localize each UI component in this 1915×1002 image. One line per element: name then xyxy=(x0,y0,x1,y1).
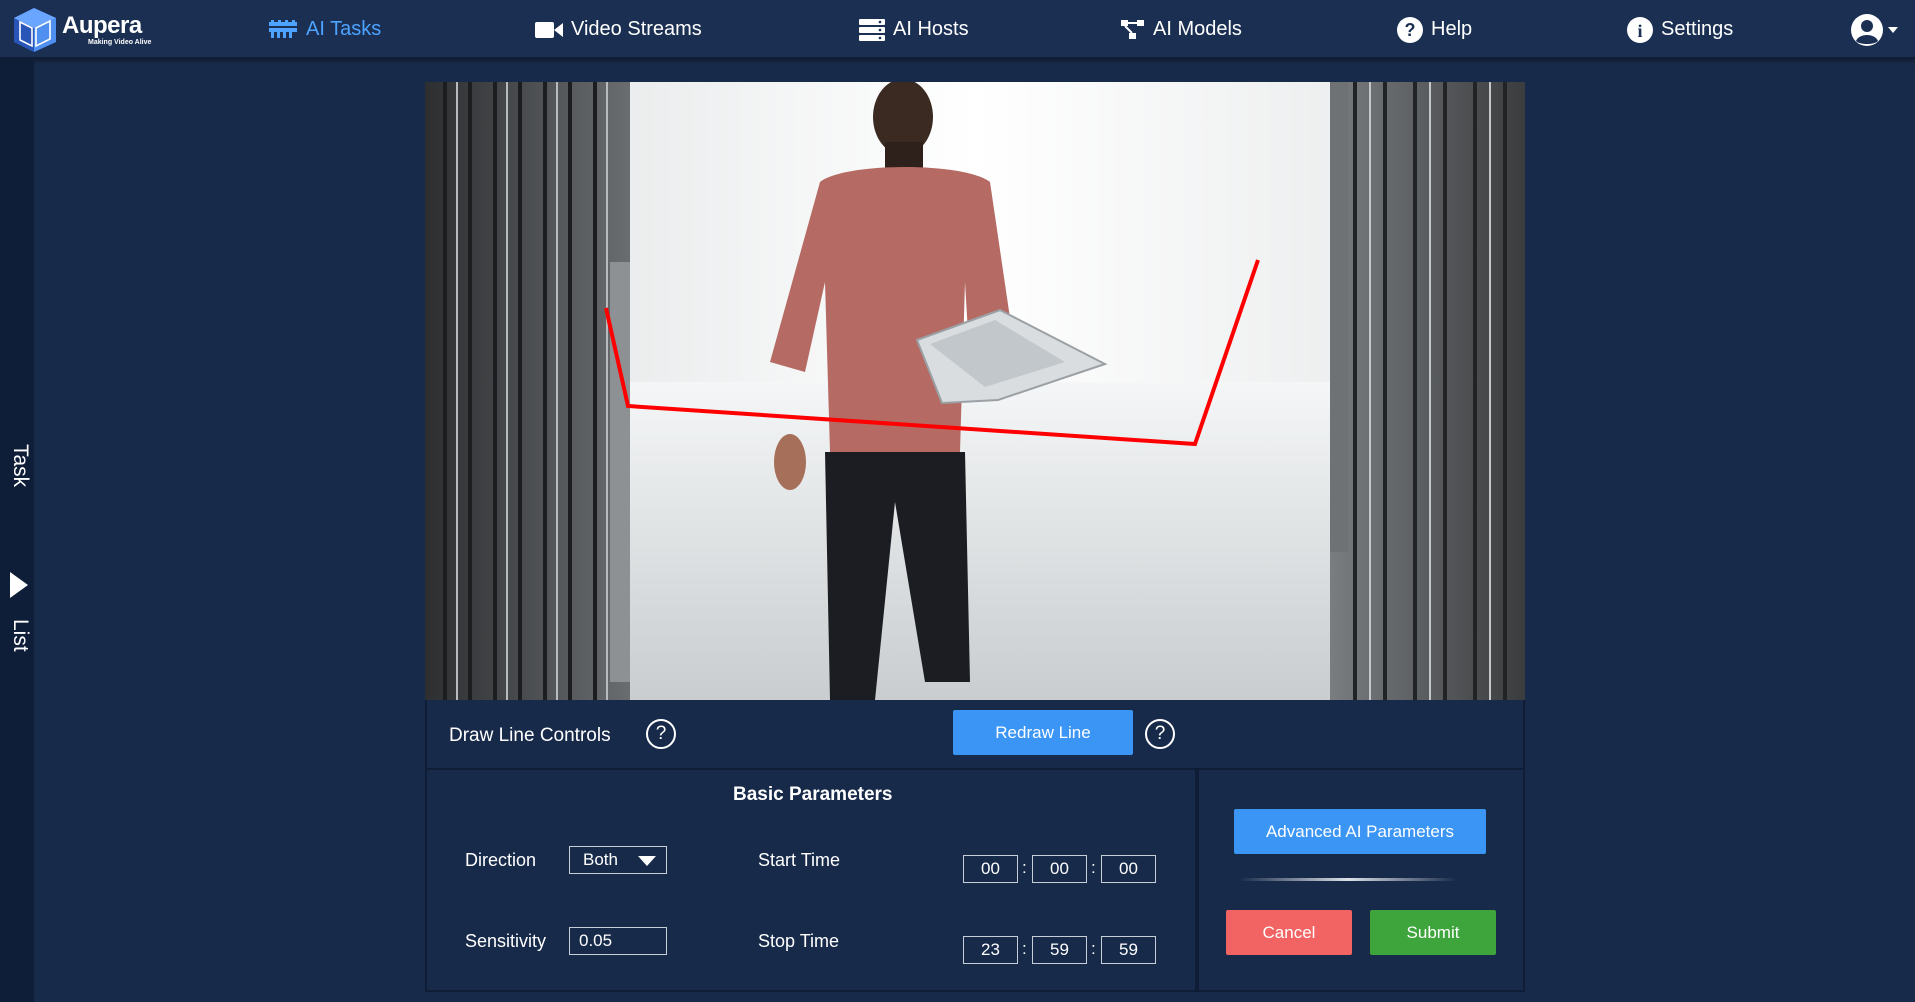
redraw-line-button[interactable]: Redraw Line xyxy=(953,710,1133,755)
draw-line-controls: Draw Line Controls ? Redraw Line ? xyxy=(425,700,1525,770)
stop-minute-input[interactable] xyxy=(1032,936,1087,964)
nav-ai-hosts[interactable]: AI Hosts xyxy=(859,0,969,59)
video-frame xyxy=(425,82,1525,700)
redraw-help-icon[interactable]: ? xyxy=(1145,719,1175,749)
nav-video-streams[interactable]: Video Streams xyxy=(535,0,702,59)
divider xyxy=(1239,878,1457,881)
user-menu[interactable] xyxy=(1850,13,1898,47)
nav-ai-tasks[interactable]: AI Tasks xyxy=(268,0,381,59)
time-separator: : xyxy=(1022,939,1027,958)
aupera-cube-icon xyxy=(14,8,56,52)
sensitivity-label: Sensitivity xyxy=(465,931,547,951)
stop-second-input[interactable] xyxy=(1101,936,1156,964)
nav-label-help: Help xyxy=(1431,18,1473,40)
brand-name: Aupera xyxy=(62,12,142,39)
tasks-icon xyxy=(269,19,297,38)
stop-hour-input[interactable] xyxy=(963,936,1018,964)
video-preview-canvas[interactable] xyxy=(425,82,1525,700)
direction-label: Direction xyxy=(465,850,537,870)
cancel-button[interactable]: Cancel xyxy=(1226,910,1352,955)
start-second-input[interactable] xyxy=(1101,855,1156,883)
advanced-ai-parameters-button[interactable]: Advanced AI Parameters xyxy=(1234,809,1486,854)
basic-parameters-panel: Basic Parameters Direction Both Sensitiv… xyxy=(425,770,1197,992)
model-network-icon xyxy=(1121,19,1144,39)
direction-select[interactable]: Both xyxy=(569,846,667,874)
actions-panel: Advanced AI Parameters Cancel Submit xyxy=(1197,770,1525,992)
draw-help-icon[interactable]: ? xyxy=(646,719,676,749)
dropdown-caret-icon xyxy=(638,856,656,866)
submit-button[interactable]: Submit xyxy=(1370,910,1496,955)
nav-settings[interactable]: i Settings xyxy=(1627,0,1733,59)
nav-label-ai-hosts: AI Hosts xyxy=(893,18,969,40)
svg-text:?: ? xyxy=(1405,20,1416,40)
server-icon xyxy=(859,18,885,41)
basic-parameters-title: Basic Parameters xyxy=(733,784,893,805)
expand-arrow-icon[interactable] xyxy=(10,572,28,598)
aupera-logo[interactable]: Aupera Making Video Alive xyxy=(10,6,160,52)
draw-line-title: Draw Line Controls xyxy=(449,725,611,746)
start-minute-input[interactable] xyxy=(1032,855,1087,883)
time-separator: : xyxy=(1091,858,1096,877)
start-hour-input[interactable] xyxy=(963,855,1018,883)
sensitivity-input[interactable] xyxy=(569,927,667,955)
brand-tagline: Making Video Alive xyxy=(88,39,152,46)
nav-ai-models[interactable]: AI Models xyxy=(1121,0,1242,59)
chevron-down-icon xyxy=(1888,27,1898,33)
nav-label-ai-tasks: AI Tasks xyxy=(306,18,382,40)
user-avatar-icon xyxy=(1851,14,1883,46)
side-label-task: Task xyxy=(9,444,32,488)
svg-text:i: i xyxy=(1637,21,1642,41)
info-circle-icon: i xyxy=(1627,16,1653,43)
task-list-toggle[interactable]: Task List xyxy=(0,59,34,1002)
question-circle-icon: ? xyxy=(1397,16,1423,43)
nav-label-video-streams: Video Streams xyxy=(571,18,702,40)
video-camera-icon xyxy=(535,21,563,38)
time-separator: : xyxy=(1091,939,1096,958)
time-separator: : xyxy=(1022,858,1027,877)
nav-label-settings: Settings xyxy=(1661,18,1734,40)
direction-value: Both xyxy=(583,850,618,869)
start-time-label: Start Time xyxy=(758,850,841,870)
top-navigation-bar: Aupera Making Video Alive AI Tasks Video… xyxy=(0,0,1915,59)
nav-help[interactable]: ? Help xyxy=(1397,0,1472,59)
nav-label-ai-models: AI Models xyxy=(1153,18,1242,40)
side-label-list: List xyxy=(9,619,32,652)
stop-time-label: Stop Time xyxy=(758,931,840,951)
